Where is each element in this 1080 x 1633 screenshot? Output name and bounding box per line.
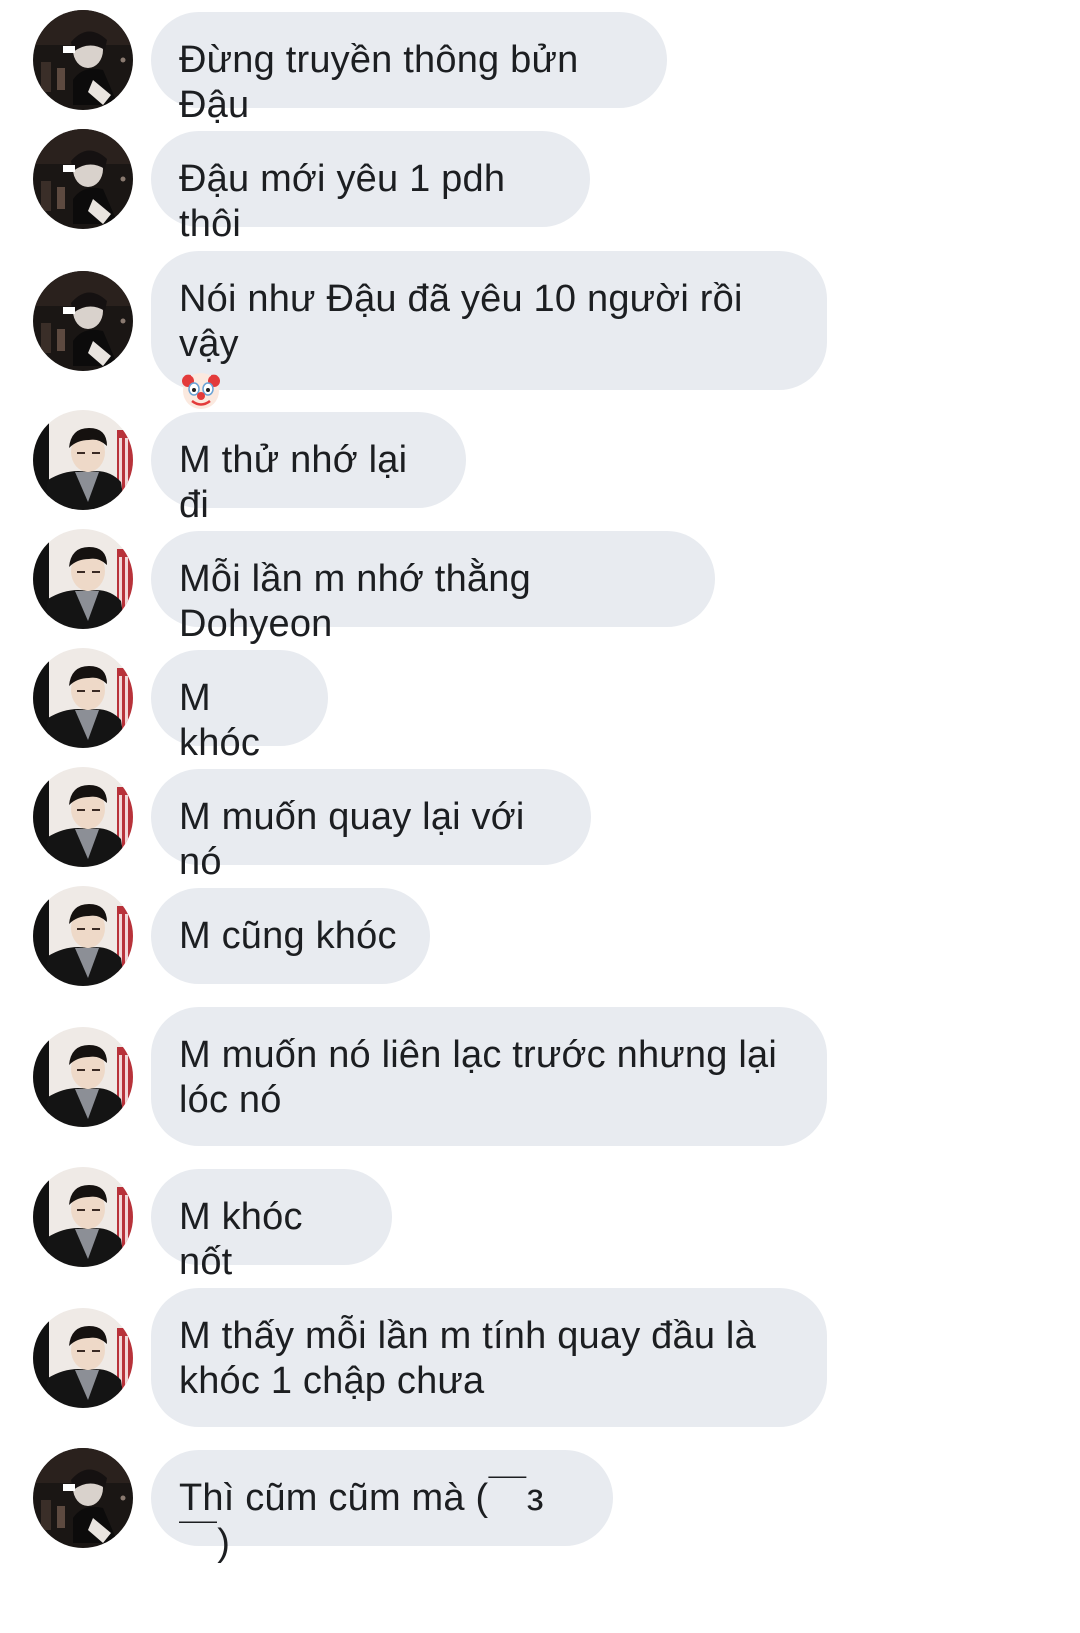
message-bubble[interactable]: M thử nhớ lại đi [151,412,466,526]
sender-avatar-boy[interactable] [33,1167,133,1267]
message-bubble[interactable]: M khóc [151,650,328,764]
message-text: Mỗi lần m nhớ thằng Dohyeon [179,558,531,645]
sender-avatar-boy[interactable] [33,767,133,867]
sender-avatar-boy[interactable] [33,1027,133,1127]
message-bubble[interactable]: M muốn nó liên lạc trước nhưng lại lóc n… [151,1007,827,1146]
message-bubble[interactable]: M cũng khóc [151,888,430,984]
message-row: Nói như Đậu đã yêu 10 người rồi vậy [0,251,1080,409]
message-bubble[interactable]: Đậu mới yêu 1 pdh thôi [151,131,590,245]
message-text: M muốn quay lại với nó [179,796,525,883]
message-bubble[interactable]: Mỗi lần m nhớ thằng Dohyeon [151,531,715,645]
sender-avatar-dark[interactable] [33,129,133,229]
message-bubble[interactable]: Thì cũm cũm mà (￣з￣) [151,1450,613,1564]
message-text: M thử nhớ lại đi [179,439,408,526]
sender-avatar-dark[interactable] [33,271,133,371]
sender-avatar-dark[interactable] [33,1448,133,1548]
message-row: M cũng khóc [0,886,1080,986]
message-row: Đừng truyền thông bửn Đậu [0,10,1080,126]
message-text: Đậu mới yêu 1 pdh thôi [179,158,506,245]
message-bubble[interactable]: M thấy mỗi lần m tính quay đầu là khóc 1… [151,1288,827,1427]
message-text: M muốn nó liên lạc trước nhưng lại lóc n… [179,1034,777,1121]
message-bubble[interactable]: M muốn quay lại với nó [151,769,591,883]
message-text: Đừng truyền thông bửn Đậu [179,39,579,126]
message-text: M khóc nốt [179,1196,303,1283]
message-bubble[interactable]: Nói như Đậu đã yêu 10 người rồi vậy [151,251,827,409]
message-row: M thấy mỗi lần m tính quay đầu là khóc 1… [0,1288,1080,1427]
message-row: Thì cũm cũm mà (￣з￣) [0,1448,1080,1564]
message-bubble[interactable]: Đừng truyền thông bửn Đậu [151,12,667,126]
sender-avatar-boy[interactable] [33,410,133,510]
message-text: Thì cũm cũm mà (￣з￣) [179,1477,545,1564]
sender-avatar-dark[interactable] [33,10,133,110]
message-row: Mỗi lần m nhớ thằng Dohyeon [0,529,1080,645]
message-row: M thử nhớ lại đi [0,410,1080,526]
message-bubble[interactable]: M khóc nốt [151,1169,392,1283]
message-row: M khóc [0,648,1080,764]
sender-avatar-boy[interactable] [33,529,133,629]
message-row: M muốn quay lại với nó [0,767,1080,883]
message-row: M muốn nó liên lạc trước nhưng lại lóc n… [0,1007,1080,1146]
message-text: M thấy mỗi lần m tính quay đầu là khóc 1… [179,1315,756,1402]
message-row: Đậu mới yêu 1 pdh thôi [0,129,1080,245]
message-text: M cũng khóc [179,915,397,957]
sender-avatar-boy[interactable] [33,886,133,986]
message-text: M khóc [179,677,261,764]
sender-avatar-boy[interactable] [33,648,133,748]
sender-avatar-boy[interactable] [33,1308,133,1408]
message-row: M khóc nốt [0,1167,1080,1283]
message-text: Nói như Đậu đã yêu 10 người rồi vậy [179,278,743,365]
